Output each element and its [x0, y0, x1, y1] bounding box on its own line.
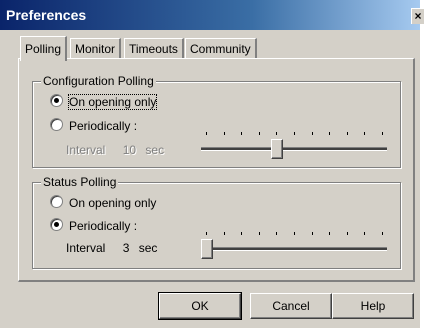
status-polling-label: Status Polling	[41, 175, 119, 189]
close-icon[interactable]: ×	[411, 8, 424, 24]
tab-polling[interactable]: Polling	[20, 36, 68, 61]
config-periodically-label: Periodically :	[69, 119, 138, 133]
config-interval-value: 10	[122, 143, 137, 157]
status-periodically-radio[interactable]: Periodically :	[50, 218, 137, 234]
status-interval-value: 3	[122, 241, 130, 255]
status-interval: Interval 3 sec	[66, 240, 157, 256]
window-title: Preferences	[6, 7, 87, 23]
cancel-button[interactable]: Cancel	[250, 293, 332, 319]
slider-tick	[311, 132, 313, 135]
slider-tick	[241, 232, 243, 235]
slider-tick	[364, 132, 366, 135]
slider-track[interactable]	[201, 147, 387, 151]
slider-tick	[206, 232, 207, 235]
radio-button-icon[interactable]	[50, 118, 63, 131]
config-interval-unit: sec	[145, 143, 165, 157]
slider-tick	[223, 132, 225, 135]
slider-tick	[241, 132, 243, 135]
slider-tick	[258, 132, 260, 135]
ok-button[interactable]: OK	[158, 292, 242, 320]
status-on-opening-label: On opening only	[69, 196, 157, 210]
tab-timeouts[interactable]: Timeouts	[124, 38, 184, 59]
status-interval-slider[interactable]	[201, 228, 391, 260]
radio-button-icon[interactable]	[50, 218, 63, 231]
slider-tick	[276, 232, 278, 235]
config-interval-label: Interval	[66, 143, 106, 157]
preferences-dialog: Preferences × Polling Monitor Timeouts C…	[0, 0, 424, 328]
slider-tick	[276, 132, 278, 135]
slider-tick	[258, 232, 260, 235]
slider-tick	[364, 232, 366, 235]
title-bar[interactable]: Preferences ×	[0, 0, 424, 30]
config-periodically-radio[interactable]: Periodically :	[50, 118, 137, 134]
slider-tick	[206, 132, 207, 135]
status-interval-label: Interval	[66, 241, 106, 255]
status-on-opening-radio[interactable]: On opening only	[50, 195, 156, 211]
slider-thumb[interactable]	[201, 239, 213, 259]
config-interval-slider[interactable]	[201, 128, 391, 160]
slider-tick	[382, 232, 383, 235]
radio-button-icon[interactable]	[50, 195, 63, 208]
config-on-opening-label: On opening only	[67, 94, 158, 110]
slider-track[interactable]	[201, 247, 387, 251]
slider-tick	[329, 132, 331, 135]
help-button[interactable]: Help	[332, 293, 414, 319]
slider-tick	[311, 232, 313, 235]
radio-button-icon[interactable]	[50, 94, 63, 107]
slider-tick	[294, 232, 295, 235]
status-interval-unit: sec	[138, 241, 158, 255]
slider-tick	[223, 232, 225, 235]
slider-tick	[346, 232, 348, 235]
status-periodically-label: Periodically :	[69, 219, 138, 233]
slider-tick	[382, 132, 383, 135]
slider-tick	[346, 132, 348, 135]
slider-tick	[329, 232, 331, 235]
config-interval: Interval 10 sec	[66, 142, 164, 158]
slider-thumb[interactable]	[271, 139, 283, 159]
config-on-opening-radio[interactable]: On opening only	[50, 94, 158, 110]
tab-monitor[interactable]: Monitor	[70, 38, 122, 59]
configuration-polling-label: Configuration Polling	[41, 74, 156, 88]
slider-tick	[294, 132, 295, 135]
tab-community[interactable]: Community	[185, 38, 257, 59]
